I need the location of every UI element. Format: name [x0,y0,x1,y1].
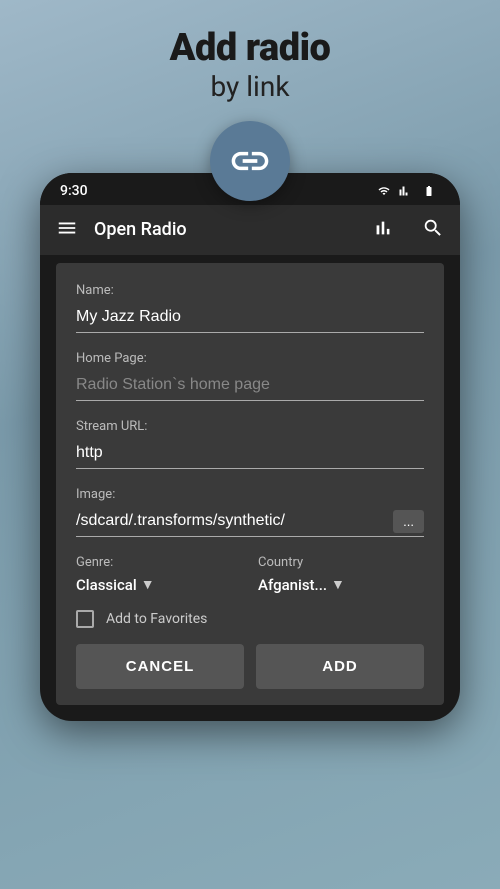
genre-field-group: Genre: Classical ▼ [76,555,242,594]
name-field-group: Name: [76,283,424,333]
app-bar: Open Radio [40,205,460,255]
homepage-label: Home Page: [76,351,424,366]
status-icons [376,185,440,197]
link-icon [228,139,272,183]
country-label: Country [258,555,424,570]
dialog-buttons: CANCEL ADD [76,644,424,689]
menu-icon[interactable] [56,217,78,243]
phone-frame: 9:30 Open Radio [40,173,460,721]
battery-icon [418,185,440,197]
stream-url-input[interactable] [76,440,424,469]
add-radio-dialog: Name: Home Page: Stream URL: Image: ... … [56,263,444,705]
genre-arrow-icon: ▼ [141,576,155,593]
signal-icon [398,185,412,197]
link-icon-circle [210,121,290,201]
app-title: Open Radio [94,219,356,240]
country-field-group: Country Afganist... ▼ [258,555,424,594]
genre-dropdown[interactable]: Classical ▼ [76,576,242,594]
stream-url-field-group: Stream URL: [76,419,424,469]
page-title-line1: Add radio [170,28,331,70]
country-dropdown[interactable]: Afganist... ▼ [258,576,424,594]
homepage-field-group: Home Page: [76,351,424,401]
top-section: Add radio by link [170,0,331,201]
add-button[interactable]: ADD [256,644,424,689]
favorites-label: Add to Favorites [106,611,207,627]
page-title-line2: by link [210,70,289,103]
chart-icon[interactable] [372,217,394,243]
cancel-button[interactable]: CANCEL [76,644,244,689]
status-time: 9:30 [60,183,88,199]
search-icon[interactable] [422,217,444,243]
wifi-icon [376,185,392,197]
image-label: Image: [76,487,424,502]
name-label: Name: [76,283,424,298]
genre-country-row: Genre: Classical ▼ Country Afganist... ▼ [76,555,424,594]
homepage-input[interactable] [76,372,424,401]
genre-value: Classical [76,576,137,594]
country-arrow-icon: ▼ [331,576,345,593]
favorites-checkbox[interactable] [76,610,94,628]
image-input[interactable] [76,508,385,536]
image-field-group: Image: ... [76,487,424,537]
genre-label: Genre: [76,555,242,570]
image-input-row: ... [76,508,424,537]
country-value: Afganist... [258,576,327,594]
favorites-row[interactable]: Add to Favorites [76,610,424,628]
name-input[interactable] [76,304,424,333]
browse-button[interactable]: ... [393,510,424,533]
stream-url-label: Stream URL: [76,419,424,434]
